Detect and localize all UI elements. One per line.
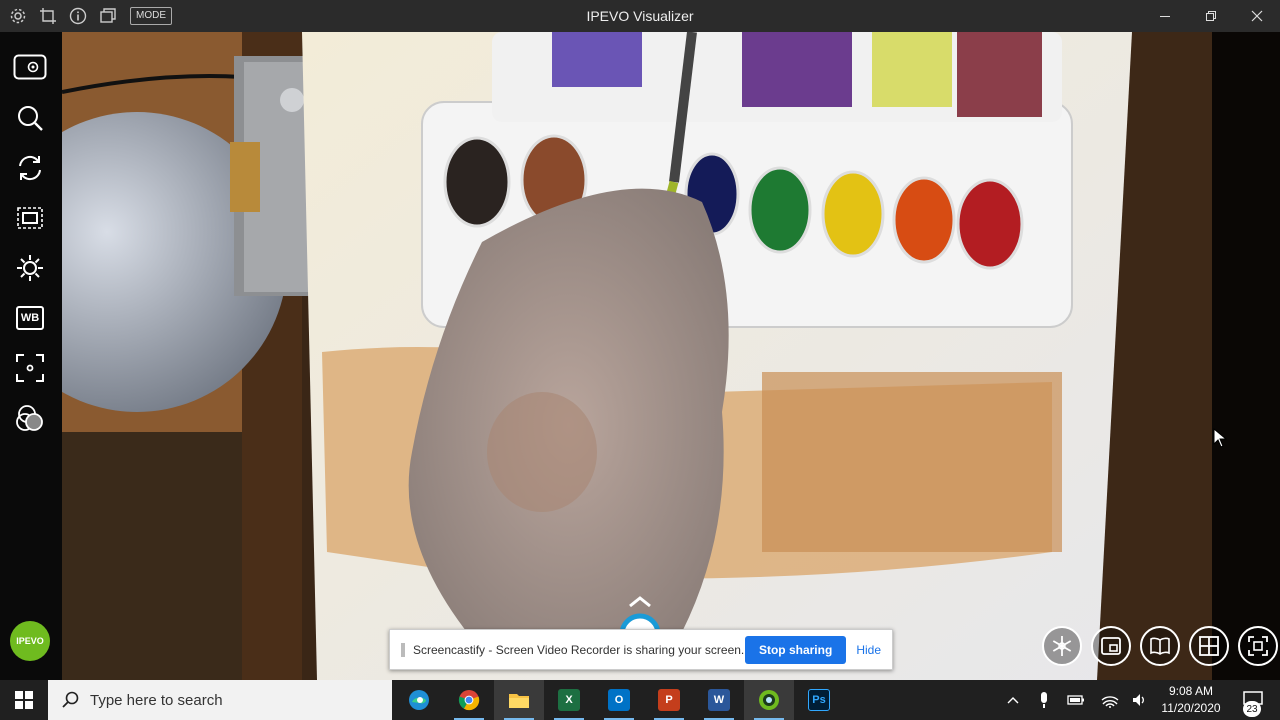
microphone-icon: [1041, 692, 1047, 708]
camera-image: [62, 32, 1280, 680]
crop-button[interactable]: [12, 200, 48, 236]
restore-button[interactable]: [1188, 0, 1234, 32]
ipevo-visualizer-icon: [759, 690, 779, 710]
book-mode-button[interactable]: [1140, 626, 1180, 666]
taskbar-app-excel[interactable]: X: [544, 680, 594, 720]
excel-icon: X: [558, 689, 580, 711]
battery-tray[interactable]: [1064, 680, 1088, 720]
grid-icon: [1199, 636, 1219, 656]
outlook-icon: O: [608, 689, 630, 711]
book-mode-icon: [1150, 637, 1170, 655]
windows-logo-icon: [15, 691, 33, 709]
brightness-icon: [17, 255, 43, 281]
taskbar-app-outlook[interactable]: O: [594, 680, 644, 720]
show-hidden-icons-button[interactable]: [1003, 680, 1023, 720]
battery-icon: [1067, 695, 1084, 705]
volume-tray[interactable]: [1128, 680, 1152, 720]
taskbar-app-word[interactable]: W: [694, 680, 744, 720]
taskbar-search[interactable]: Type here to search: [48, 680, 392, 720]
network-tray[interactable]: [1098, 680, 1122, 720]
mouse-cursor-icon: [1213, 428, 1227, 448]
window-title: IPEVO Visualizer: [586, 8, 694, 24]
folder-icon: [509, 694, 529, 708]
camera-source-button[interactable]: [12, 49, 48, 85]
fit-screen-icon: [1248, 636, 1268, 656]
title-bar: MODE IPEVO Visualizer: [0, 0, 1280, 32]
edge-icon: [409, 690, 429, 710]
taskbar-app-photoshop[interactable]: Ps: [794, 680, 844, 720]
microphone-tray[interactable]: [1033, 680, 1055, 720]
focus-icon: [16, 354, 44, 382]
powerpoint-icon: P: [658, 689, 680, 711]
chrome-icon: [458, 690, 480, 711]
color-filter-button[interactable]: [12, 400, 48, 436]
drag-handle[interactable]: [401, 642, 405, 657]
minimize-button[interactable]: [1142, 0, 1188, 32]
zoom-icon: [18, 106, 43, 131]
notification-count-badge: 23: [1243, 701, 1261, 717]
view-tools: [1042, 626, 1278, 666]
rotate-icon: [19, 155, 41, 181]
ipevo-logo[interactable]: IPEVO: [10, 621, 50, 661]
rotate-button[interactable]: [12, 150, 48, 186]
word-icon: W: [708, 689, 730, 711]
minimize-icon: [1160, 16, 1170, 17]
camera-feed: [62, 32, 1280, 680]
picture-in-picture-icon: [1101, 637, 1121, 655]
expand-share-button[interactable]: [612, 594, 668, 655]
window-controls: [1142, 0, 1280, 32]
white-balance-button[interactable]: WB: [12, 300, 48, 336]
taskbar-app-ipevo-visualizer[interactable]: [744, 680, 794, 720]
picture-in-picture-button[interactable]: [1091, 626, 1131, 666]
focus-button[interactable]: [12, 350, 48, 386]
hide-button[interactable]: Hide: [856, 643, 881, 657]
search-placeholder: Type here to search: [90, 691, 223, 709]
wifi-icon: [1101, 696, 1119, 708]
screen-share-bar: Screencastify - Screen Video Recorder is…: [389, 629, 893, 670]
tool-sidebar: WB IPEVO: [0, 32, 62, 680]
brightness-button[interactable]: [12, 250, 48, 286]
camera-source-icon: [13, 54, 47, 80]
taskbar-clock[interactable]: 9:08 AM 11/20/2020: [1155, 683, 1227, 717]
clock-time: 9:08 AM: [1168, 684, 1214, 698]
stop-sharing-button[interactable]: Stop sharing: [744, 635, 847, 664]
chevron-up-icon: [1007, 697, 1019, 704]
zoom-button[interactable]: [12, 100, 48, 136]
start-button[interactable]: [0, 680, 48, 720]
close-icon: [1251, 10, 1263, 22]
close-button[interactable]: [1234, 0, 1280, 32]
search-icon: [62, 691, 79, 708]
share-message: Screencastify - Screen Video Recorder is…: [413, 642, 745, 657]
taskbar-app-file-explorer[interactable]: [494, 680, 544, 720]
clock-date: 11/20/2020: [1161, 701, 1221, 715]
crop-icon: [17, 207, 43, 229]
volume-icon: [1133, 694, 1144, 706]
freeze-button[interactable]: [1042, 626, 1082, 666]
photoshop-icon: Ps: [808, 689, 830, 711]
freeze-icon: [1052, 636, 1072, 656]
taskbar-app-powerpoint[interactable]: P: [644, 680, 694, 720]
color-filter-icon: [16, 405, 43, 431]
white-balance-icon: WB: [16, 306, 44, 330]
taskbar-app-edge[interactable]: [394, 680, 444, 720]
taskbar-app-chrome[interactable]: [444, 680, 494, 720]
restore-icon: [1206, 11, 1216, 21]
taskbar: Type here to search X O P W Ps 9:08 AM 1…: [0, 680, 1280, 720]
fit-screen-button[interactable]: [1238, 626, 1278, 666]
chevron-up-icon: [619, 596, 661, 655]
grid-button[interactable]: [1189, 626, 1229, 666]
